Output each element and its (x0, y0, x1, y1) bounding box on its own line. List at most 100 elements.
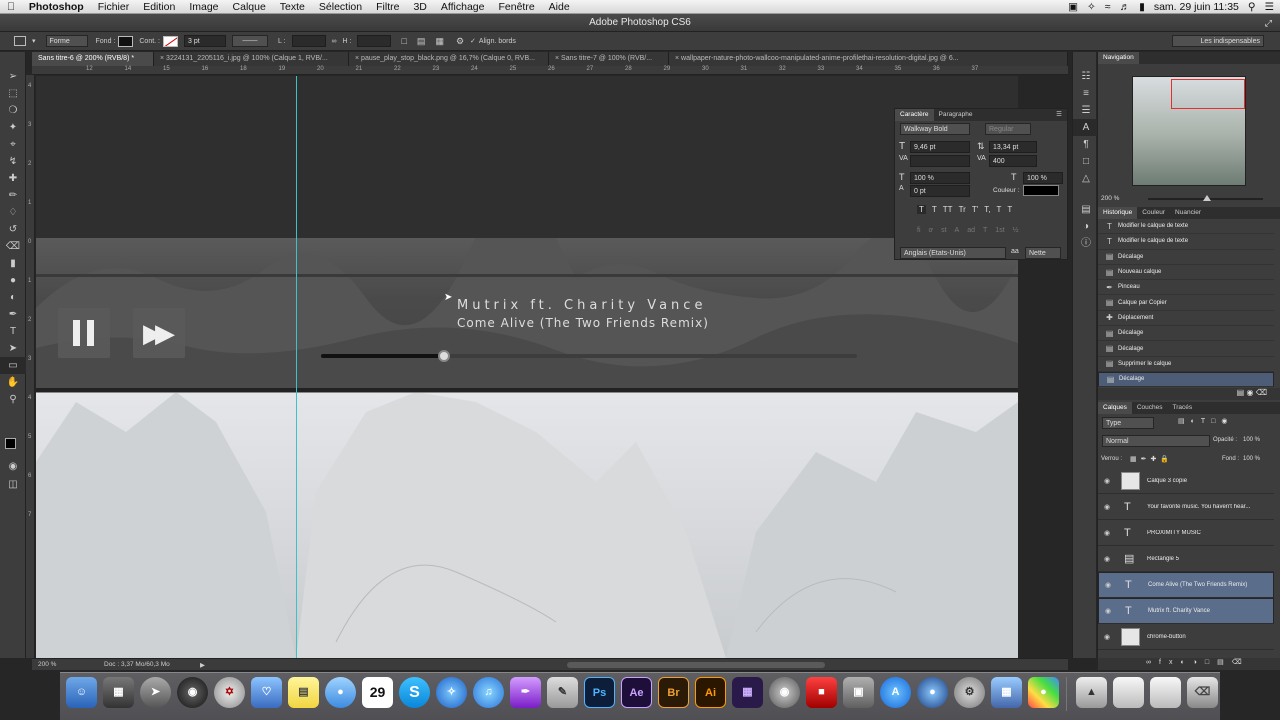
baseline-shift-field[interactable]: 0 pt (910, 185, 970, 197)
bridge-icon[interactable]: Br (658, 677, 689, 708)
history-item[interactable]: ✒ Pinceau (1098, 280, 1274, 296)
layer-filter-select[interactable]: Type (1102, 417, 1154, 429)
discretionary-lig-button[interactable]: st (941, 227, 946, 234)
pen-tool-icon[interactable]: ✒ (0, 306, 26, 323)
channels-panel-icon[interactable]: ◑ (1073, 218, 1099, 235)
align-edges-checkbox[interactable]: ✓ (470, 37, 476, 45)
menu-aide[interactable]: Aide (542, 0, 577, 14)
ruler-top[interactable]: 12 14 15 16 18 19 20 21 22 23 24 25 26 27 28 29 30 31 32 33… (32, 66, 1068, 75)
layer-row[interactable]: ◉ T PROXIMITY MUSIC (1098, 520, 1274, 546)
quicktime-icon[interactable]: ● (917, 677, 948, 708)
visibility-eye-icon[interactable]: ◉ (1104, 503, 1110, 511)
layer-filter-icons[interactable]: ▤◐T□◉ (1178, 417, 1233, 425)
swash-button[interactable]: A (955, 227, 960, 234)
dashboard-icon[interactable]: ◉ (177, 677, 208, 708)
tab-3224131[interactable]: × 3224131_2205116_i.jpg @ 100% (Calque 1… (154, 52, 349, 66)
drawing-app-icon[interactable]: ✎ (547, 677, 578, 708)
history-item[interactable]: ▤ Décalage (1098, 250, 1274, 265)
menu-fichier[interactable]: Fichier (91, 0, 137, 14)
media-encoder-icon[interactable]: ▦ (732, 677, 763, 708)
illustrator-icon[interactable]: Ai (695, 677, 726, 708)
status-zoom[interactable]: 200 % (38, 661, 56, 668)
dodge-tool-icon[interactable]: ◐ (0, 289, 26, 306)
visibility-eye-icon[interactable]: ◉ (1104, 555, 1110, 563)
history-panel-icon[interactable]: ☷ (1073, 68, 1099, 85)
tab-navigation[interactable]: Navigation (1098, 52, 1139, 64)
safari-icon[interactable]: ✧ (436, 677, 467, 708)
old-style-button[interactable]: ơ (929, 227, 934, 234)
guide-line[interactable] (296, 76, 297, 658)
menu-3d[interactable]: 3D (406, 0, 433, 14)
notification-icon[interactable]: ☰ (1265, 1, 1274, 13)
stroke-width-field[interactable]: 3 pt (184, 35, 226, 47)
history-item[interactable]: ▤ Calque par Copier (1098, 295, 1274, 311)
pause-button[interactable] (58, 308, 110, 358)
ordinal-button[interactable]: ad (967, 227, 975, 234)
paragraph-panel-icon[interactable]: ¶ (1073, 136, 1099, 153)
tab-couches[interactable]: Couches (1132, 402, 1168, 414)
layer-row[interactable]: ◉ T Your favorite music. You haven't hear.… (1098, 494, 1274, 520)
spotlight-icon[interactable]: ⚲ (1248, 1, 1256, 13)
superscript-button[interactable]: T' (972, 205, 978, 214)
delete-layer-icon[interactable]: ⌫ (1232, 659, 1250, 666)
mask-icon[interactable]: ◐ (1180, 659, 1192, 666)
gradient-tool-icon[interactable]: ▮ (0, 255, 26, 272)
tool-preset-arrow-icon[interactable]: ▾ (32, 37, 36, 45)
character-panel-icon[interactable]: A (1073, 119, 1099, 136)
visibility-eye-icon[interactable]: ◉ (1104, 477, 1110, 485)
fill-value[interactable]: 100 % (1243, 456, 1260, 462)
properties-panel-icon[interactable]: ≡ (1073, 85, 1099, 102)
menu-filtre[interactable]: Filtre (369, 0, 406, 14)
vertical-scale-field[interactable]: 100 % (910, 172, 970, 184)
gear-icon[interactable]: ⚙ (456, 36, 464, 47)
ruler-left[interactable]: 4 3 2 1 0 1 2 3 4 5 6 7 (26, 75, 35, 658)
flash-app-icon[interactable]: ■ (806, 677, 837, 708)
quick-mask-icon[interactable]: ◉ (0, 458, 26, 475)
navigator-zoom-slider[interactable] (1148, 195, 1263, 201)
history-item[interactable]: T Modifier le calque de texte (1098, 219, 1274, 235)
faux-bold-button[interactable]: T (917, 205, 926, 214)
apple-icon[interactable]:  (0, 0, 22, 14)
shape-mode-select[interactable]: Forme (45, 35, 88, 47)
fractions-button[interactable]: ½ (1013, 227, 1019, 234)
rectangle-tool-icon[interactable]: ▭ (0, 357, 26, 374)
volume-icon[interactable]: ♬ (1120, 1, 1131, 13)
brush-tool-icon[interactable]: ✏ (0, 187, 26, 204)
menu-image[interactable]: Image (182, 0, 225, 14)
menu-edition[interactable]: Edition (136, 0, 182, 14)
zoom-slider-handle[interactable] (1203, 195, 1211, 201)
link-layers-icon[interactable]: ∞ (1146, 659, 1159, 666)
status-menu-icon[interactable]: ▶ (200, 661, 205, 669)
calendar-icon[interactable]: 29 (362, 677, 393, 708)
stickies-icon[interactable]: ▤ (288, 677, 319, 708)
eraser-tool-icon[interactable]: ⌫ (0, 238, 26, 255)
stroke-swatch[interactable] (163, 35, 178, 47)
visibility-eye-icon[interactable]: ◉ (1105, 580, 1111, 591)
path-selection-tool-icon[interactable]: ➤ (0, 340, 26, 357)
all-caps-button[interactable]: TT (943, 205, 953, 214)
new-layer-icon[interactable]: ▤ (1217, 659, 1232, 666)
text-color-swatch[interactable] (1023, 185, 1059, 196)
menu-app-name[interactable]: Photoshop (22, 0, 91, 14)
system-preferences-icon[interactable]: ⚙ (954, 677, 985, 708)
titling-button[interactable]: T (983, 227, 987, 234)
color-picker-icon[interactable]: ● (1028, 677, 1059, 708)
trash-icon[interactable]: ⌫ (1187, 677, 1218, 708)
fx-icon[interactable]: fx (1159, 659, 1180, 666)
stamp-tool-icon[interactable]: ♢ (0, 204, 26, 221)
zoom-tool-icon[interactable]: ⚲ (0, 391, 26, 408)
blur-tool-icon[interactable]: ● (0, 272, 26, 289)
visibility-eye-icon[interactable]: ◉ (1104, 633, 1110, 641)
height-field[interactable] (357, 35, 392, 47)
subscript-button[interactable]: T, (984, 205, 990, 214)
navigator-thumbnail[interactable] (1132, 76, 1246, 186)
after-effects-icon[interactable]: Ae (621, 677, 652, 708)
dropbox-icon[interactable]: ▣ (1068, 1, 1078, 13)
layer-row[interactable]: ◉ T Come Alive (The Two Friends Remix) (1098, 572, 1274, 598)
ordinals-button[interactable]: 1st (995, 227, 1004, 234)
adjustments-panel-icon[interactable]: ☰ (1073, 102, 1099, 119)
hand-tool-icon[interactable]: ✋ (0, 374, 26, 391)
tab-couleur[interactable]: Couleur (1137, 207, 1170, 219)
strikethrough-button[interactable]: T (1007, 205, 1012, 214)
lasso-tool-icon[interactable]: ❍ (0, 102, 26, 119)
